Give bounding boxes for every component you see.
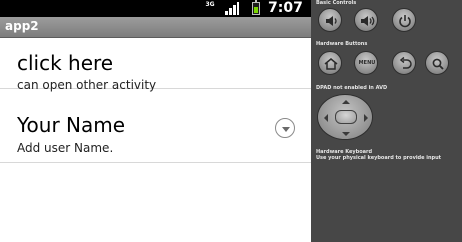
- dpad-center-button[interactable]: [335, 110, 357, 124]
- battery-icon: [252, 0, 260, 15]
- signal-strength-icon: [225, 2, 239, 15]
- clock: 7:07: [268, 0, 303, 16]
- hardware-buttons-label: Hardware Buttons: [316, 41, 368, 47]
- list-item-subtitle: Add user Name.: [17, 141, 114, 155]
- search-button[interactable]: [425, 51, 449, 75]
- status-bar: 3G 7:07: [0, 0, 311, 17]
- list-item-click-here[interactable]: click here can open other activity: [0, 39, 311, 92]
- device-screen: 3G 7:07 app2 click here can open other a…: [0, 0, 311, 242]
- basic-controls-label: Basic Controls: [316, 0, 357, 6]
- back-icon: [399, 56, 412, 69]
- list-item-your-name[interactable]: Your Name Add user Name.: [0, 90, 311, 163]
- volume-down-icon: [326, 16, 337, 26]
- dpad[interactable]: [317, 94, 373, 140]
- back-button[interactable]: [392, 51, 416, 75]
- chevron-down-icon: [282, 127, 290, 132]
- menu-button[interactable]: MENU: [354, 51, 378, 75]
- volume-up-button[interactable]: [354, 8, 378, 32]
- search-icon: [432, 58, 444, 70]
- hardware-keyboard-hint: Use your physical keyboard to provide in…: [316, 155, 442, 161]
- dpad-label: DPAD not enabled in AVD: [316, 85, 388, 91]
- volume-down-button[interactable]: [318, 8, 342, 32]
- power-icon: [399, 15, 411, 28]
- volume-up-icon: [361, 16, 375, 26]
- menu-icon: MENU: [358, 60, 376, 66]
- name-dropdown-button[interactable]: [275, 118, 295, 138]
- app-title-bar: app2: [0, 17, 311, 38]
- home-button[interactable]: [318, 51, 342, 75]
- list-item-title: Your Name: [17, 113, 126, 137]
- home-icon: [324, 58, 338, 70]
- list-item-title: click here: [17, 51, 114, 75]
- power-button[interactable]: [392, 8, 416, 32]
- app-title: app2: [5, 19, 39, 33]
- network-type-indicator: 3G: [205, 1, 215, 8]
